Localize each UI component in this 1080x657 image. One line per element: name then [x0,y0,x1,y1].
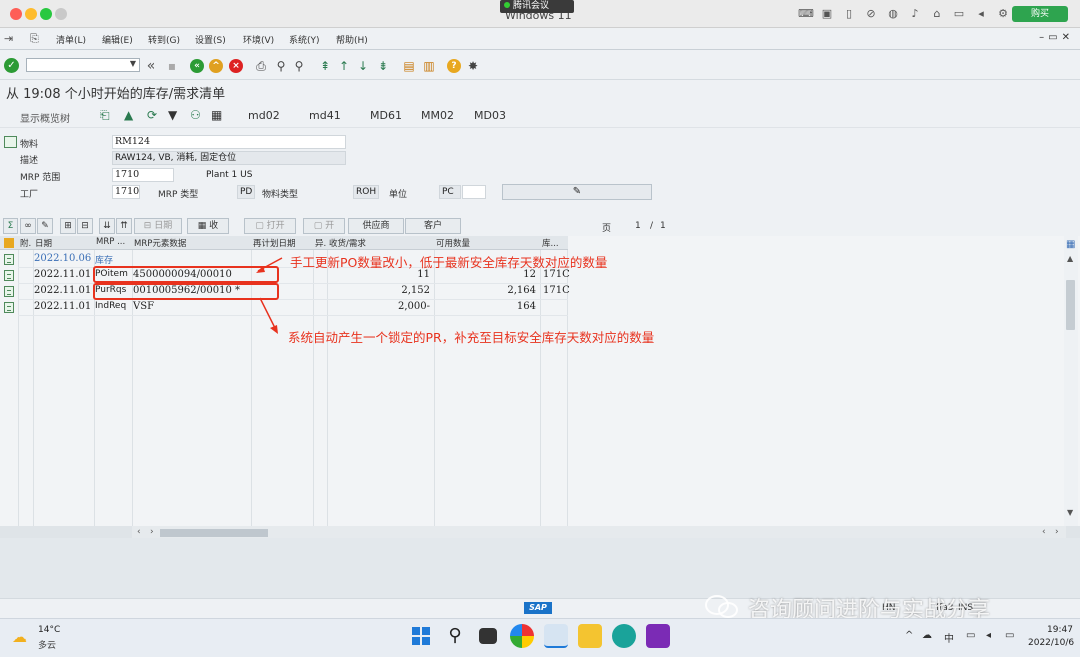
tray-chevron-icon[interactable]: ^ [905,630,913,641]
annotation-text-pr-created: 系统自动产生一个锁定的PR，补充至目标安全库存天数对应的数量 [288,330,655,345]
wechat-icon [705,595,738,618]
onenote-icon[interactable] [646,624,670,648]
arrowhead-1 [256,266,265,273]
search-icon[interactable]: ⚲ [443,624,467,648]
clock-date: 2022/10/6 [1028,638,1075,648]
display-icon[interactable]: ▭ [966,630,975,641]
volume-icon[interactable]: ◂ [986,630,991,641]
windows-logo-icon [412,627,430,645]
maps-icon[interactable] [612,624,636,648]
clock-time: 19:47 [1047,625,1073,635]
windows-taskbar [0,618,1080,657]
weather-temp: 14°C [38,625,61,635]
start-button[interactable] [409,624,433,648]
weather-cloud-icon[interactable]: ☁ [12,628,27,646]
sap-logon-icon[interactable] [544,624,568,648]
battery-icon[interactable]: ▭ [1005,630,1014,641]
file-explorer-icon[interactable] [578,624,602,648]
arrow-line-2 [259,297,276,329]
annotation-text-po-change: 手工更新PO数量改小，低于最新安全库存天数对应的数量 [290,255,608,270]
arrowhead-2 [270,325,278,334]
task-view-icon[interactable] [479,628,497,644]
language-icon[interactable]: 中 [944,630,954,645]
weather-desc: 多云 [38,641,57,651]
cloud-tray-icon[interactable]: ☁ [922,630,932,641]
chrome-icon[interactable] [510,624,534,648]
